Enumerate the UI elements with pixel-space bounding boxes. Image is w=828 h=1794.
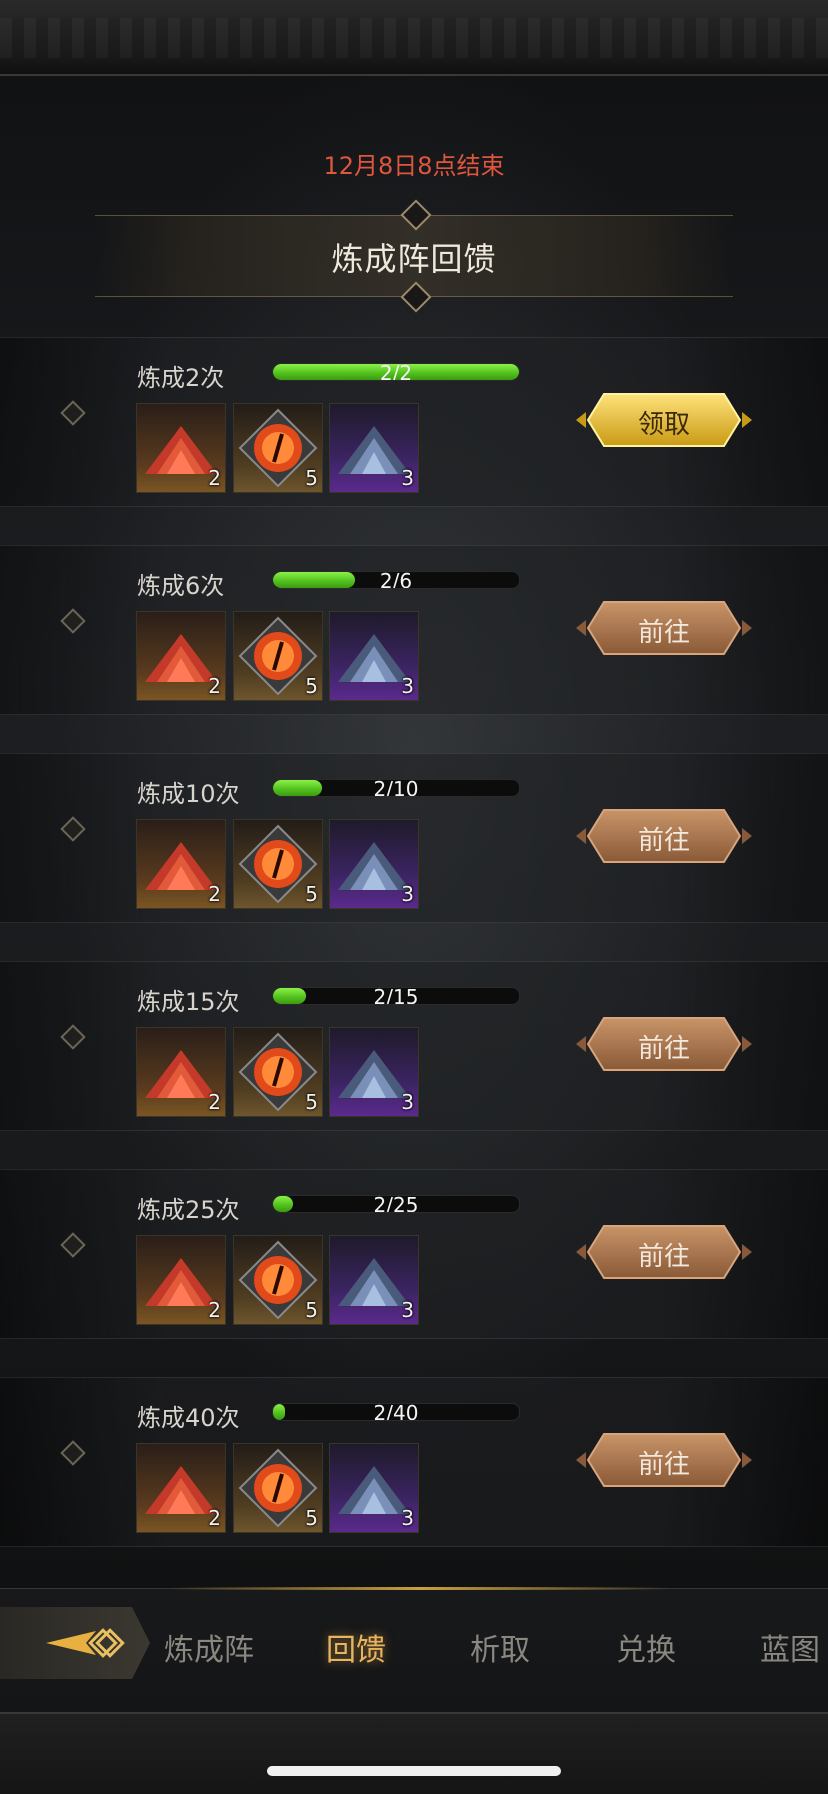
reward-slot[interactable]: 2	[136, 1443, 226, 1533]
reward-count: 5	[305, 1090, 318, 1114]
tab-feedback[interactable]: 回馈	[326, 1625, 386, 1669]
reward-count: 2	[208, 1090, 221, 1114]
go-button[interactable]: 前往	[574, 1222, 754, 1282]
reward-slot[interactable]: 3	[329, 1443, 419, 1533]
progress-text: 2/10	[373, 779, 419, 797]
tab-extract[interactable]: 析取	[470, 1625, 530, 1669]
reward-slot[interactable]: 5	[233, 403, 323, 493]
reward-count: 5	[305, 1506, 318, 1530]
go-button[interactable]: 前往	[574, 1014, 754, 1074]
reward-count: 3	[401, 1090, 414, 1114]
bottom-frame	[0, 1712, 828, 1794]
reward-slot[interactable]: 5	[233, 1027, 323, 1117]
reward-count: 3	[401, 1506, 414, 1530]
reward-slot[interactable]: 2	[136, 611, 226, 701]
reward-count: 5	[305, 674, 318, 698]
reward-slot[interactable]: 3	[329, 403, 419, 493]
task-title: 炼成40次	[137, 1404, 240, 1432]
task-row: 炼成6次 2/6 2 5 3 前往	[0, 545, 828, 715]
tab-exchange[interactable]: 兑换	[616, 1625, 676, 1669]
go-button[interactable]: 前往	[574, 806, 754, 866]
claim-button[interactable]: 领取	[574, 390, 754, 450]
task-title: 炼成10次	[137, 780, 240, 808]
go-button[interactable]: 前往	[574, 598, 754, 658]
tab-alchemy-array[interactable]: 炼成阵	[164, 1625, 254, 1669]
task-title: 炼成6次	[137, 572, 225, 600]
diamond-marker-icon	[60, 400, 86, 426]
back-button[interactable]	[0, 1607, 150, 1679]
task-title: 炼成15次	[137, 988, 240, 1016]
reward-slot[interactable]: 2	[136, 1235, 226, 1325]
reward-count: 2	[208, 1298, 221, 1322]
home-indicator[interactable]	[267, 1766, 561, 1776]
task-row: 炼成15次 2/15 2 5 3 前往	[0, 961, 828, 1131]
reward-slot[interactable]: 3	[329, 611, 419, 701]
reward-slot[interactable]: 3	[329, 1027, 419, 1117]
button-label: 前往	[637, 618, 690, 648]
reward-count: 3	[401, 466, 414, 490]
button-label: 领取	[637, 410, 690, 440]
reward-slot[interactable]: 5	[233, 1235, 323, 1325]
progress-text: 2/15	[373, 987, 419, 1005]
page-title: 炼成阵回馈	[331, 240, 497, 278]
reward-slot[interactable]: 5	[233, 611, 323, 701]
reward-slot[interactable]: 3	[329, 819, 419, 909]
reward-slot[interactable]: 2	[136, 403, 226, 493]
progress-bar: 2/10	[272, 779, 520, 797]
reward-count: 5	[305, 1298, 318, 1322]
reward-count: 3	[401, 1298, 414, 1322]
diamond-marker-icon	[60, 1440, 86, 1466]
nav-highlight	[170, 1587, 670, 1590]
button-label: 前往	[637, 826, 690, 856]
reward-slot[interactable]: 5	[233, 819, 323, 909]
reward-count: 2	[208, 1506, 221, 1530]
diamond-marker-icon	[60, 816, 86, 842]
reward-slot[interactable]: 2	[136, 819, 226, 909]
diamond-marker-icon	[60, 608, 86, 634]
reward-count: 3	[401, 882, 414, 906]
progress-bar: 2/15	[272, 987, 520, 1005]
title-banner: 炼成阵回馈	[95, 199, 733, 313]
diamond-marker-icon	[60, 1232, 86, 1258]
task-title: 炼成2次	[137, 364, 225, 392]
top-frame	[0, 0, 828, 76]
reward-count: 5	[305, 466, 318, 490]
task-row: 炼成2次 2/2 2 5 3 领取	[0, 337, 828, 507]
task-row: 炼成40次 2/40 2 5 3 前往	[0, 1377, 828, 1547]
reward-count: 5	[305, 882, 318, 906]
progress-text: 2/25	[373, 1195, 419, 1213]
reward-count: 2	[208, 882, 221, 906]
progress-bar: 2/6	[272, 571, 520, 589]
reward-count: 2	[208, 674, 221, 698]
event-end-time: 12月8日8点结束	[323, 152, 505, 180]
reward-count: 2	[208, 466, 221, 490]
progress-bar: 2/2	[272, 363, 520, 381]
button-label: 前往	[637, 1450, 690, 1480]
diamond-marker-icon	[60, 1024, 86, 1050]
progress-bar: 2/25	[272, 1195, 520, 1213]
task-row: 炼成10次 2/10 2 5 3 前往	[0, 753, 828, 923]
reward-slot[interactable]: 5	[233, 1443, 323, 1533]
progress-text: 2/6	[379, 571, 413, 589]
progress-text: 2/2	[379, 363, 413, 381]
button-label: 前往	[637, 1034, 690, 1064]
task-row: 炼成25次 2/25 2 5 3 前往	[0, 1169, 828, 1339]
task-title: 炼成25次	[137, 1196, 240, 1224]
back-arrow-icon	[46, 1628, 125, 1658]
progress-bar: 2/40	[272, 1403, 520, 1421]
go-button[interactable]: 前往	[574, 1430, 754, 1490]
reward-slot[interactable]: 2	[136, 1027, 226, 1117]
reward-slot[interactable]: 3	[329, 1235, 419, 1325]
progress-text: 2/40	[373, 1403, 419, 1421]
button-label: 前往	[637, 1242, 690, 1272]
tab-blueprint[interactable]: 蓝图	[760, 1625, 820, 1669]
reward-count: 3	[401, 674, 414, 698]
bottom-nav: 炼成阵 回馈 析取 兑换 蓝图	[0, 1587, 828, 1713]
